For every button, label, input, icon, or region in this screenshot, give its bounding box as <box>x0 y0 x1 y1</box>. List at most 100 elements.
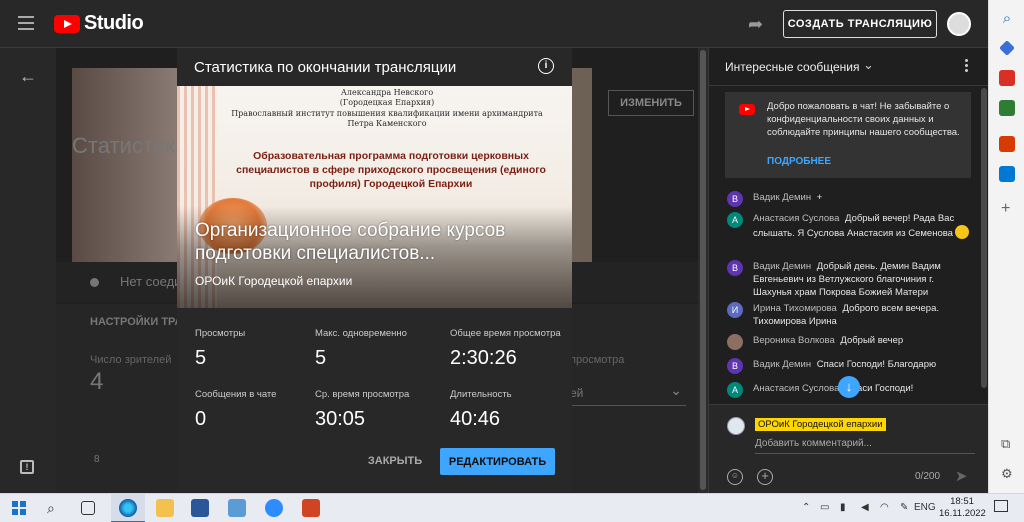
stat-views: Просмотры 5 <box>195 328 315 370</box>
file-explorer-icon[interactable] <box>156 499 174 517</box>
stat-label: Общее время просмотра <box>450 328 561 339</box>
add-icon[interactable]: + <box>757 469 773 485</box>
pen-icon[interactable]: ✎ <box>900 502 908 513</box>
comment-input[interactable]: Добавить комментарий... <box>755 438 975 454</box>
more-options-icon[interactable] <box>965 59 969 74</box>
app-root: Studio ➦ СОЗДАТЬ ТРАНСЛЯЦИЮ ← ! Статисти… <box>0 0 1024 522</box>
gear-icon[interactable]: ⚙ <box>1001 466 1013 482</box>
latency-select[interactable]: ей <box>570 382 686 406</box>
windows-start-icon[interactable] <box>12 501 26 515</box>
wifi-icon[interactable]: ◠ <box>880 502 889 513</box>
message-author[interactable]: Анастасия Суслова <box>753 383 839 394</box>
stat-watch-time: Общее время просмотра 2:30:26 <box>450 328 570 370</box>
message-author[interactable]: Ирина Тихомирова <box>753 303 837 314</box>
learn-more-link[interactable]: ПОДРОБНЕЕ <box>767 156 831 167</box>
share-icon[interactable]: ➦ <box>748 14 766 34</box>
stream-thumbnail: Александра Невского (Городецкая Епархия)… <box>177 86 572 308</box>
chat-mode-selector[interactable]: Интересные сообщения <box>725 60 860 74</box>
volume-icon[interactable]: ◀ <box>861 502 869 513</box>
message-author[interactable]: Вадик Демин <box>753 192 811 203</box>
system-clock[interactable]: 18:51 16.11.2022 <box>939 496 986 520</box>
viewers-value: 4 <box>90 368 104 395</box>
powerpoint-icon[interactable] <box>302 499 320 517</box>
message-text: Добрый вечер <box>840 335 904 346</box>
outlook-icon[interactable] <box>999 166 1015 182</box>
stat-avg-view-duration: Ср. время просмотра 30:05 <box>315 389 435 431</box>
windows-taskbar: ⌕ ⌃ ▭ ▮ ◀ ◠ ✎ ENG 18:51 16.11.2022 <box>0 493 1024 522</box>
browser-sidebar: ⌕ + ⧉ ⚙ <box>988 0 1024 493</box>
add-icon[interactable]: + <box>1001 200 1010 218</box>
chat-message: В Вадик Демин Добрый день. Демин Вадим Е… <box>727 260 975 299</box>
stat-label: Макс. одновременно <box>315 328 407 339</box>
stat-value: 30:05 <box>315 408 366 430</box>
search-icon[interactable]: ⌕ <box>999 10 1015 27</box>
send-icon[interactable]: ➤ <box>955 467 968 485</box>
avatar[interactable]: В <box>727 260 743 276</box>
avatar[interactable]: В <box>727 358 743 374</box>
edit-button[interactable]: РЕДАКТИРОВАТЬ <box>440 448 555 475</box>
stat-chat-messages: Сообщения в чате 0 <box>195 389 315 431</box>
dialog-header: Статистика по окончании трансляции i <box>177 48 572 86</box>
feedback-icon[interactable]: ! <box>20 460 34 474</box>
task-view-icon[interactable] <box>81 501 95 515</box>
chat-welcome-banner: Добро пожаловать в чат! Не забывайте о к… <box>725 92 971 178</box>
menu-icon[interactable] <box>18 16 34 30</box>
avatar[interactable]: И <box>727 302 743 318</box>
search-icon[interactable]: ⌕ <box>47 500 55 517</box>
clock-date: 16.11.2022 <box>939 508 986 519</box>
chat-message: В Вадик Демин + <box>727 191 975 207</box>
chart-axis-value: 8 <box>94 454 100 465</box>
smile-emoji-icon <box>954 225 969 239</box>
stat-value: 0 <box>195 408 207 430</box>
scroll-to-bottom-button[interactable]: ↓ <box>838 376 860 398</box>
message-author[interactable]: Вадик Демин <box>753 261 811 272</box>
connection-status-text: Нет соеди <box>120 274 182 289</box>
edge-browser-icon[interactable] <box>119 499 137 517</box>
chat-message: А Анастасия Суслова Добрый вечер! Рада В… <box>727 212 975 240</box>
emoji-icon[interactable]: ☺ <box>727 469 743 485</box>
notification-icon[interactable] <box>994 500 1008 512</box>
message-author[interactable]: Вероника Волкова <box>753 335 835 346</box>
app-icon[interactable] <box>228 499 246 517</box>
welcome-text: Добро пожаловать в чат! Не забывайте о к… <box>767 101 960 138</box>
zoom-icon[interactable] <box>265 499 283 517</box>
avatar[interactable]: В <box>727 191 743 207</box>
stat-label: Просмотры <box>195 328 246 339</box>
chat-message: В Вадик Демин Спаси Господи! Благодарю <box>727 358 975 374</box>
chevron-up-icon[interactable]: ⌃ <box>802 502 810 513</box>
stream-stats-dialog: Статистика по окончании трансляции i Але… <box>177 48 572 492</box>
chat-scrollbar[interactable] <box>981 88 987 388</box>
change-button[interactable]: ИЗМЕНИТЬ <box>608 90 694 116</box>
network-icon[interactable]: ▭ <box>820 502 829 513</box>
word-icon[interactable] <box>191 499 209 517</box>
shopping-icon[interactable] <box>999 70 1015 86</box>
message-author[interactable]: Анастасия Суслова <box>753 213 839 224</box>
slide-line: Петра Каменского <box>347 119 427 128</box>
sidebar-toggle-icon[interactable]: ⧉ <box>1001 436 1010 452</box>
message-author[interactable]: Вадик Демин <box>753 359 811 370</box>
chevron-down-icon[interactable]: ⌄ <box>863 57 874 73</box>
live-chat-panel: Интересные сообщения ⌄ Добро пожаловать … <box>708 48 989 493</box>
stat-label: Ср. время просмотра <box>315 389 410 400</box>
stat-peak-concurrent: Макс. одновременно 5 <box>315 328 435 370</box>
close-button[interactable]: ЗАКРЫТЬ <box>363 448 427 474</box>
page-scrollbar[interactable] <box>698 48 708 493</box>
stat-value: 5 <box>315 347 327 369</box>
avatar[interactable]: А <box>727 382 743 398</box>
avatar[interactable]: А <box>727 212 743 228</box>
avatar[interactable] <box>727 334 743 350</box>
info-icon[interactable]: i <box>538 58 554 74</box>
message-text: + <box>816 192 823 203</box>
studio-logo[interactable]: Studio <box>54 12 144 35</box>
language-indicator[interactable]: ENG <box>914 502 936 513</box>
collections-icon[interactable] <box>999 40 1015 56</box>
youtube-icon <box>739 104 755 115</box>
back-arrow-icon[interactable]: ← <box>19 66 37 87</box>
battery-icon[interactable]: ▮ <box>840 502 846 513</box>
create-stream-button[interactable]: СОЗДАТЬ ТРАНСЛЯЦИЮ <box>783 10 937 38</box>
people-icon[interactable] <box>999 100 1015 116</box>
youtube-logo-icon <box>54 14 80 33</box>
office-icon[interactable] <box>999 136 1015 152</box>
account-avatar[interactable] <box>947 12 971 36</box>
stat-label: Длительность <box>450 389 512 400</box>
